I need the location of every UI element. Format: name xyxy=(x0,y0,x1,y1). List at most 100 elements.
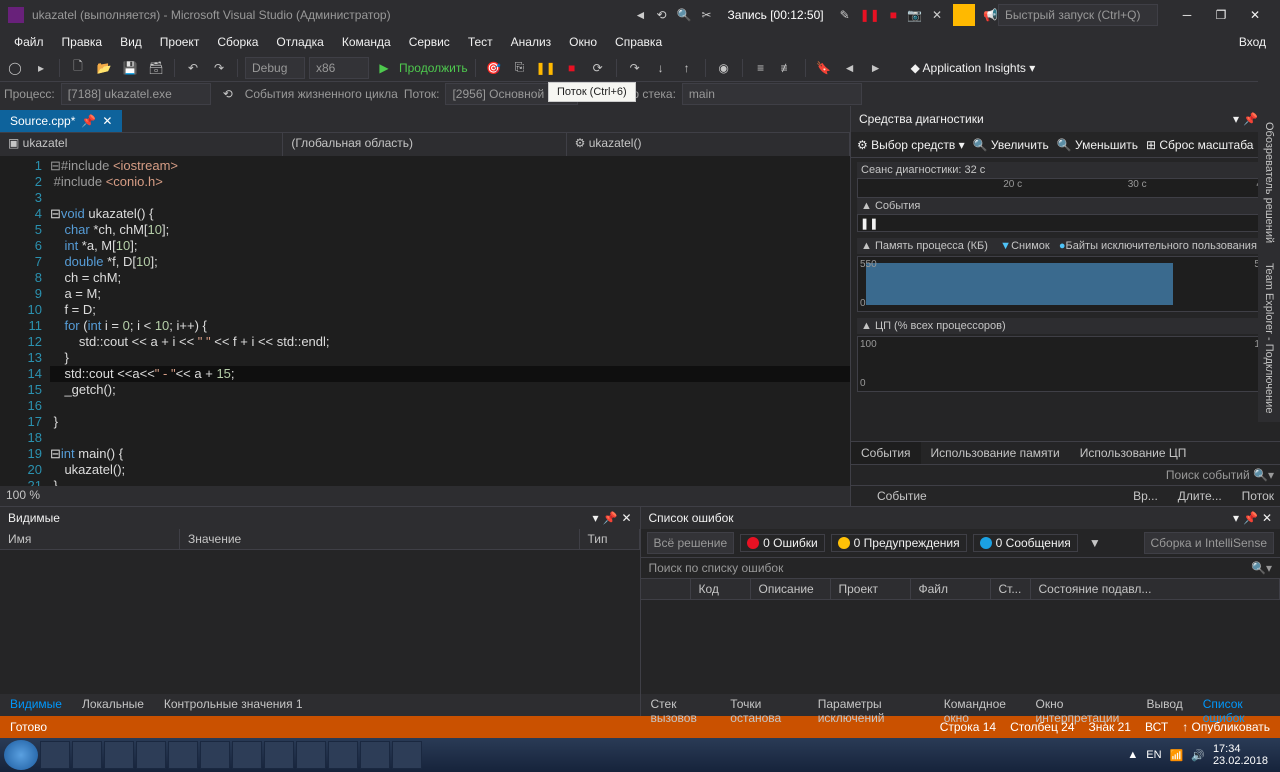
rec-prev-icon[interactable]: ◄ xyxy=(632,8,650,22)
taskbar-item[interactable] xyxy=(168,741,198,769)
reset-zoom-button[interactable]: ⊞ Сброс масштаба xyxy=(1146,138,1253,152)
rec-close-icon[interactable]: ✕ xyxy=(929,8,945,22)
scope-func-combo[interactable]: ⚙ ukazatel() xyxy=(567,133,850,156)
diag-pin-icon[interactable]: 📌 xyxy=(1243,112,1258,126)
menu-project[interactable]: Проект xyxy=(152,32,208,52)
undo-icon[interactable]: ↶ xyxy=(182,57,204,79)
col-duration[interactable]: Длите... xyxy=(1178,489,1222,503)
menu-test[interactable]: Тест xyxy=(460,32,501,52)
col-desc[interactable]: Описание xyxy=(751,579,831,599)
scope-project-combo[interactable]: ▣ ukazatel xyxy=(0,133,283,156)
nav-back-icon[interactable]: ◯ xyxy=(4,57,26,79)
err-close-icon[interactable]: ✕ xyxy=(1262,511,1272,525)
warnings-filter[interactable]: 0 Предупреждения xyxy=(831,534,967,552)
taskbar-item[interactable] xyxy=(264,741,294,769)
stop-debug-icon[interactable]: ■ xyxy=(561,57,583,79)
menu-tools[interactable]: Сервис xyxy=(401,32,458,52)
taskbar-item[interactable] xyxy=(360,741,390,769)
maximize-button[interactable]: ❐ xyxy=(1204,2,1238,28)
col-code[interactable]: Код xyxy=(691,579,751,599)
cpu-header[interactable]: ▲ ЦП (% всех процессоров) xyxy=(857,318,1274,334)
next-bookmark-icon[interactable]: ► xyxy=(865,57,887,79)
comment-icon[interactable]: ≡ xyxy=(750,57,772,79)
events-header[interactable]: ▲ События xyxy=(857,198,1274,214)
notification-flag-icon[interactable] xyxy=(953,4,975,26)
taskbar-item[interactable] xyxy=(40,741,70,769)
zoom-combo[interactable]: 100 % xyxy=(0,486,850,506)
gpu-icon[interactable]: 🎯 xyxy=(483,57,505,79)
lifecycle-icon[interactable]: ⟲ xyxy=(217,83,239,105)
tab-visible[interactable]: Видимые xyxy=(0,694,72,716)
tray-network-icon[interactable]: 📶 xyxy=(1170,749,1184,762)
breakpoint-icon[interactable]: ◉ xyxy=(713,57,735,79)
error-grid[interactable] xyxy=(641,600,1280,694)
visible-pin-icon[interactable]: 📌 xyxy=(602,511,617,525)
col-line[interactable]: Ст... xyxy=(991,579,1031,599)
process-combo[interactable]: [7188] ukazatel.exe xyxy=(61,83,211,105)
timeline[interactable]: 20 с 30 с 4 xyxy=(857,178,1274,198)
config-combo[interactable]: Debug xyxy=(245,57,305,79)
quick-launch-input[interactable]: Быстрый запуск (Ctrl+Q) xyxy=(998,4,1158,26)
tab-errorlist[interactable]: Список ошибок xyxy=(1193,694,1280,716)
new-icon[interactable]: 🗋 xyxy=(67,57,89,79)
diag-dropdown-icon[interactable]: ▾ xyxy=(1233,112,1239,126)
sign-in-link[interactable]: Вход xyxy=(1231,32,1274,52)
step-out-icon[interactable]: ↑ xyxy=(676,57,698,79)
bookmark-icon[interactable]: 🔖 xyxy=(813,57,835,79)
cpu-chart[interactable]: 100 0 100 0 xyxy=(857,336,1274,392)
tray-time[interactable]: 17:3423.02.2018 xyxy=(1213,743,1268,767)
diag-tab-cpu[interactable]: Использование ЦП xyxy=(1070,442,1197,464)
select-tools-button[interactable]: ⚙ Выбор средств ▾ xyxy=(857,138,965,152)
save-icon[interactable]: 💾 xyxy=(119,57,141,79)
close-button[interactable]: ✕ xyxy=(1238,2,1272,28)
app-insights-button[interactable]: ◆ Application Insights ▾ xyxy=(911,61,1036,75)
taskbar-item[interactable] xyxy=(104,741,134,769)
scope-filter-combo[interactable]: Всё решение xyxy=(647,532,735,554)
rec-search-icon[interactable]: 🔍 xyxy=(674,8,695,22)
filter-icon[interactable]: ▼ xyxy=(1084,532,1106,554)
start-button[interactable] xyxy=(4,740,38,770)
step-into-icon[interactable]: ↓ xyxy=(650,57,672,79)
rec-crop-icon[interactable]: ✂ xyxy=(698,8,714,22)
diag-tab-memory[interactable]: Использование памяти xyxy=(921,442,1070,464)
taskbar-item[interactable] xyxy=(392,741,422,769)
messages-filter[interactable]: 0 Сообщения xyxy=(973,534,1078,552)
team-explorer-tab[interactable]: Team Explorer - Подключение xyxy=(1261,255,1277,421)
err-dropdown-icon[interactable]: ▾ xyxy=(1233,511,1239,525)
prev-bookmark-icon[interactable]: ◄ xyxy=(839,57,861,79)
taskbar-item[interactable] xyxy=(200,741,230,769)
tab-breakpoints[interactable]: Точки останова xyxy=(720,694,807,716)
code-editor[interactable]: 12345678910111213141516171819202122 ⊟#in… xyxy=(0,156,850,486)
tab-output[interactable]: Вывод xyxy=(1136,694,1192,716)
tab-locals[interactable]: Локальные xyxy=(72,694,154,716)
step-over-icon[interactable]: ↷ xyxy=(624,57,646,79)
solution-explorer-tab[interactable]: Обозреватель решений xyxy=(1261,114,1277,251)
visible-close-icon[interactable]: ✕ xyxy=(621,511,631,525)
tab-close-icon[interactable]: ✕ xyxy=(102,114,112,128)
publish-button[interactable]: ↑ Опубликовать xyxy=(1182,720,1270,734)
menu-help[interactable]: Справка xyxy=(607,32,670,52)
error-search-input[interactable]: Поиск по списку ошибок🔍▾ xyxy=(641,558,1280,579)
zoom-out-button[interactable]: 🔍 Уменьшить xyxy=(1057,138,1138,152)
tray-expand-icon[interactable]: ▲ xyxy=(1127,749,1138,761)
taskbar-item[interactable] xyxy=(328,741,358,769)
tab-command[interactable]: Командное окно xyxy=(934,694,1026,716)
rec-pause-icon[interactable]: ❚❚ xyxy=(857,8,883,22)
col-thread[interactable]: Поток xyxy=(1242,489,1274,503)
tray-volume-icon[interactable]: 🔊 xyxy=(1191,749,1205,762)
open-icon[interactable]: 📂 xyxy=(93,57,115,79)
taskbar-item[interactable] xyxy=(296,741,326,769)
errors-filter[interactable]: 0 Ошибки xyxy=(740,534,825,552)
rec-camera-icon[interactable]: 📷 xyxy=(904,8,925,22)
continue-button[interactable]: Продолжить xyxy=(399,61,468,75)
col-event[interactable]: Событие xyxy=(877,489,927,503)
feedback-icon[interactable]: 📢 xyxy=(983,8,998,22)
menu-window[interactable]: Окно xyxy=(561,32,605,52)
restart-debug-icon[interactable]: ⟳ xyxy=(587,57,609,79)
menu-view[interactable]: Вид xyxy=(112,32,150,52)
pause-debug-icon[interactable]: ❚❚ xyxy=(535,57,557,79)
tab-immediate[interactable]: Окно интерпретации xyxy=(1026,694,1137,716)
event-search-input[interactable]: Поиск событий 🔍▾ xyxy=(851,464,1280,485)
thread-icon[interactable]: ⎘ xyxy=(509,57,531,79)
tab-callstack[interactable]: Стек вызовов xyxy=(641,694,721,716)
